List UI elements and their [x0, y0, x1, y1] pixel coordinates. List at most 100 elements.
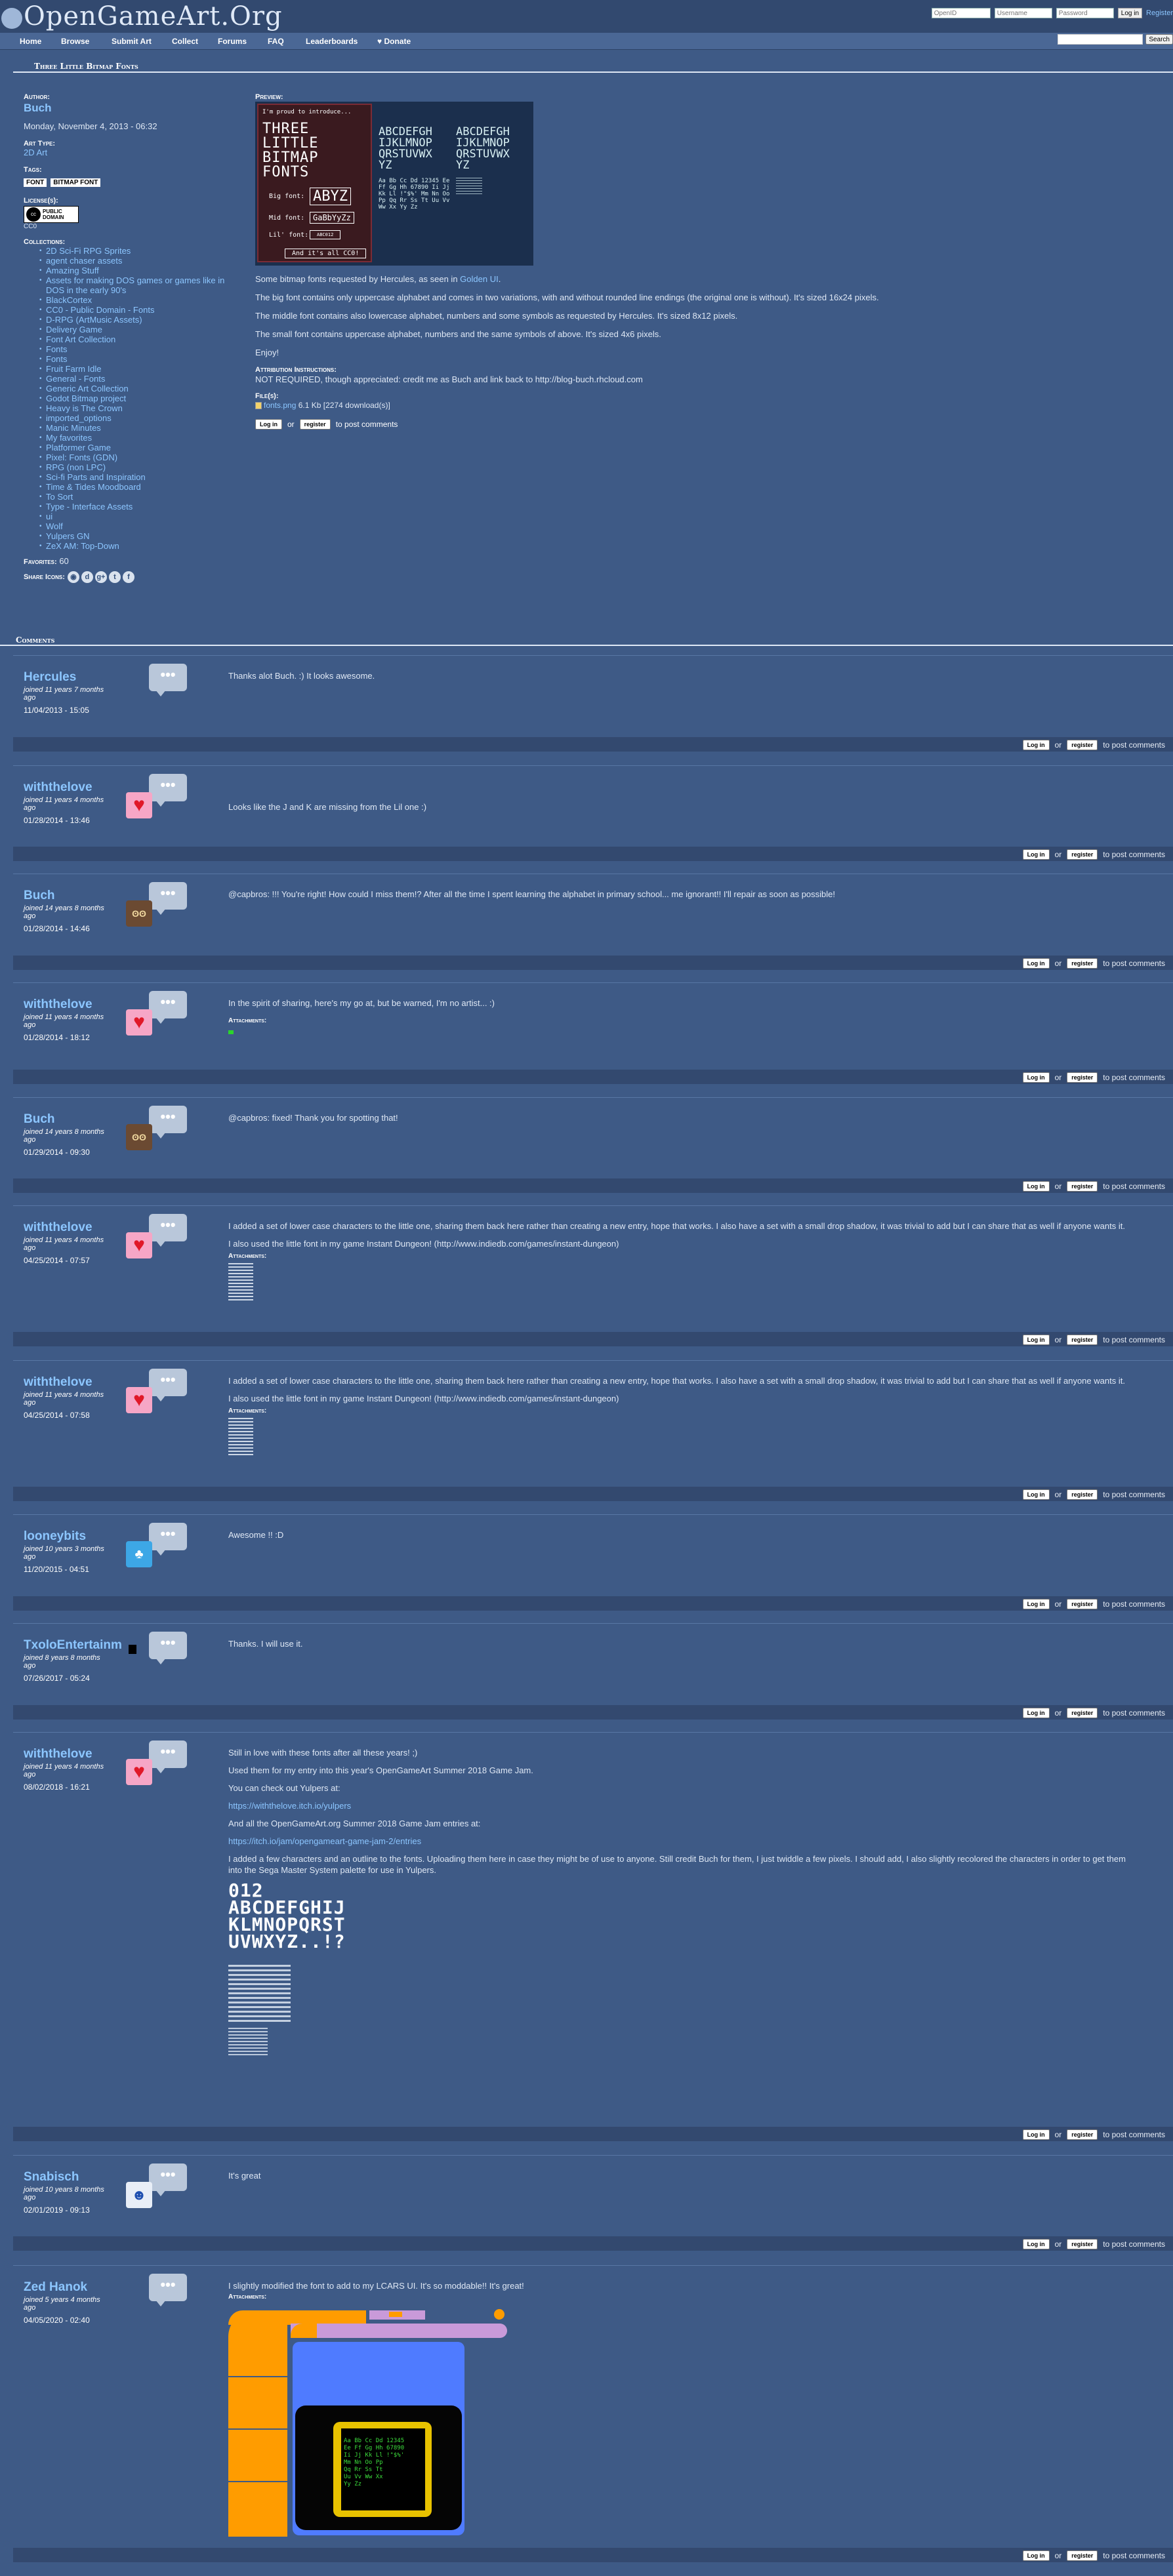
author-link[interactable]: Buch: [24, 102, 240, 115]
nav-collect[interactable]: Collect: [172, 37, 198, 46]
collection-item[interactable]: 2D Sci-Fi RPG Sprites: [39, 246, 229, 256]
nav-browse[interactable]: Browse: [61, 37, 89, 46]
nav-home[interactable]: Home: [20, 37, 41, 46]
comment-login-button[interactable]: Log in: [1022, 849, 1050, 860]
comment-register-button[interactable]: register: [1067, 1335, 1098, 1345]
twitter-share-icon[interactable]: t: [108, 571, 121, 583]
comment-author[interactable]: Snabisch: [24, 2170, 122, 2184]
attachment-font-small[interactable]: [228, 2028, 268, 2057]
comment-login-button[interactable]: Log in: [1022, 2129, 1050, 2140]
nav-submit-art[interactable]: Submit Art: [112, 37, 152, 46]
collection-item[interactable]: Yulpers GN: [39, 531, 229, 541]
comment-login-button[interactable]: Log in: [1022, 1708, 1050, 1718]
search-input[interactable]: [1058, 34, 1143, 45]
comment-register-button[interactable]: register: [1067, 849, 1098, 860]
comment-login-button[interactable]: Log in: [1022, 958, 1050, 969]
collection-item[interactable]: Fruit Farm Idle: [39, 364, 229, 374]
avatar[interactable]: ♥: [126, 1232, 152, 1258]
avatar[interactable]: ʘʘ: [126, 900, 152, 927]
comment-author[interactable]: withthelove: [24, 997, 122, 1012]
nav-forums[interactable]: Forums: [218, 37, 247, 46]
lcars-attachment[interactable]: Aa Bb Cc Dd 12345 Ee Ff Gg Hh 67890 Ii Jj …: [228, 2304, 517, 2537]
collection-item[interactable]: Sci-fi Parts and Inspiration: [39, 472, 229, 482]
avatar[interactable]: ♥: [126, 1759, 152, 1785]
login-button[interactable]: Log in: [1117, 8, 1143, 18]
avatar[interactable]: ʘʘ: [126, 1124, 152, 1150]
avatar[interactable]: ☻: [126, 2182, 152, 2208]
collection-item[interactable]: Assets for making DOS games or games lik…: [39, 275, 229, 295]
digg-share-icon[interactable]: d: [81, 571, 93, 583]
nav-donate[interactable]: ♥ Donate: [377, 37, 411, 46]
register-link[interactable]: Register: [1146, 9, 1173, 17]
search-button[interactable]: Search: [1145, 34, 1173, 45]
comment-author[interactable]: Zed Hanok: [24, 2280, 122, 2295]
preview-image[interactable]: I'm proud to introduce... THREE LITTLE B…: [255, 102, 533, 266]
avatar[interactable]: ♥: [126, 1387, 152, 1413]
collection-item[interactable]: CC0 - Public Domain - Fonts: [39, 305, 229, 315]
comment-login-button[interactable]: Log in: [1022, 740, 1050, 750]
collection-item[interactable]: ui: [39, 512, 229, 521]
avatar[interactable]: ♥: [126, 1009, 152, 1036]
avatar[interactable]: [126, 1642, 139, 1655]
collection-item[interactable]: imported_options: [39, 413, 229, 423]
comment-login-button[interactable]: Log in: [1022, 2239, 1050, 2249]
comment-login-button[interactable]: Log in: [1022, 1489, 1050, 1500]
collection-item[interactable]: Time & Tides Moodboard: [39, 482, 229, 492]
golden-ui-link[interactable]: Golden UI: [460, 274, 499, 284]
main-login-button[interactable]: Log in: [255, 419, 282, 430]
collection-item[interactable]: Pixel: Fonts (GDN): [39, 453, 229, 462]
comment-register-button[interactable]: register: [1067, 740, 1098, 750]
attachment-font-mid[interactable]: [228, 1965, 291, 2024]
tag-font[interactable]: FONT: [24, 178, 47, 187]
comment-login-button[interactable]: Log in: [1022, 1072, 1050, 1083]
comment-register-button[interactable]: register: [1067, 2239, 1098, 2249]
comment-register-button[interactable]: register: [1067, 958, 1098, 969]
comment-register-button[interactable]: register: [1067, 1072, 1098, 1083]
comment-author[interactable]: withthelove: [24, 1747, 122, 1761]
comment-login-button[interactable]: Log in: [1022, 1335, 1050, 1345]
comment-author[interactable]: Buch: [24, 889, 122, 903]
collection-item[interactable]: Wolf: [39, 521, 229, 531]
collection-item[interactable]: Fonts: [39, 354, 229, 364]
collection-item[interactable]: Fonts: [39, 344, 229, 354]
comment-author[interactable]: withthelove: [24, 1375, 122, 1390]
file-link[interactable]: fonts.png: [264, 401, 296, 410]
attachment-font-sheet[interactable]: [228, 1418, 253, 1457]
tag-bitmap-font[interactable]: BITMAP FONT: [51, 178, 101, 187]
comment-author[interactable]: withthelove: [24, 1220, 122, 1235]
main-register-button[interactable]: register: [299, 419, 331, 430]
password-input[interactable]: [1056, 8, 1114, 18]
collection-item[interactable]: My favorites: [39, 433, 229, 443]
collection-item[interactable]: Amazing Stuff: [39, 266, 229, 275]
collection-item[interactable]: Manic Minutes: [39, 423, 229, 433]
collection-item[interactable]: agent chaser assets: [39, 256, 229, 266]
collection-item[interactable]: Font Art Collection: [39, 334, 229, 344]
collection-item[interactable]: To Sort: [39, 492, 229, 502]
collection-item[interactable]: General - Fonts: [39, 374, 229, 384]
collection-item[interactable]: Generic Art Collection: [39, 384, 229, 393]
comment-author[interactable]: withthelove: [24, 780, 122, 795]
collection-item[interactable]: Delivery Game: [39, 325, 229, 334]
collection-item[interactable]: ZeX AM: Top-Down: [39, 541, 229, 551]
comment-link[interactable]: https://itch.io/jam/opengameart-game-jam…: [228, 1836, 1127, 1847]
google-plus-share-icon[interactable]: g+: [94, 571, 107, 583]
nav-faq[interactable]: FAQ: [268, 37, 284, 46]
reddit-share-icon[interactable]: ◉: [67, 571, 79, 583]
comment-register-button[interactable]: register: [1067, 1489, 1098, 1500]
username-input[interactable]: [994, 8, 1052, 18]
nav-leaderboards[interactable]: Leaderboards: [306, 37, 358, 46]
facebook-share-icon[interactable]: f: [122, 571, 134, 583]
comment-register-button[interactable]: register: [1067, 1708, 1098, 1718]
collection-item[interactable]: D-RPG (ArtMusic Assets): [39, 315, 229, 325]
site-logo[interactable]: OpenGameArt.Org: [1, 1, 283, 31]
art-type-link[interactable]: 2D Art: [24, 148, 240, 157]
collection-item[interactable]: BlackCortex: [39, 295, 229, 305]
comment-login-button[interactable]: Log in: [1022, 2550, 1050, 2561]
comment-register-button[interactable]: register: [1067, 2550, 1098, 2561]
comment-author[interactable]: Hercules: [24, 670, 122, 685]
collection-item[interactable]: Heavy is The Crown: [39, 403, 229, 413]
license-badge[interactable]: cc PUBLIC DOMAIN: [24, 206, 79, 223]
comment-login-button[interactable]: Log in: [1022, 1181, 1050, 1192]
collection-item[interactable]: Godot Bitmap project: [39, 393, 229, 403]
attachment-font-big[interactable]: 012 ABCDEFGHIJ KLMNOPQRST UVWXYZ..!?: [228, 1882, 1127, 1951]
